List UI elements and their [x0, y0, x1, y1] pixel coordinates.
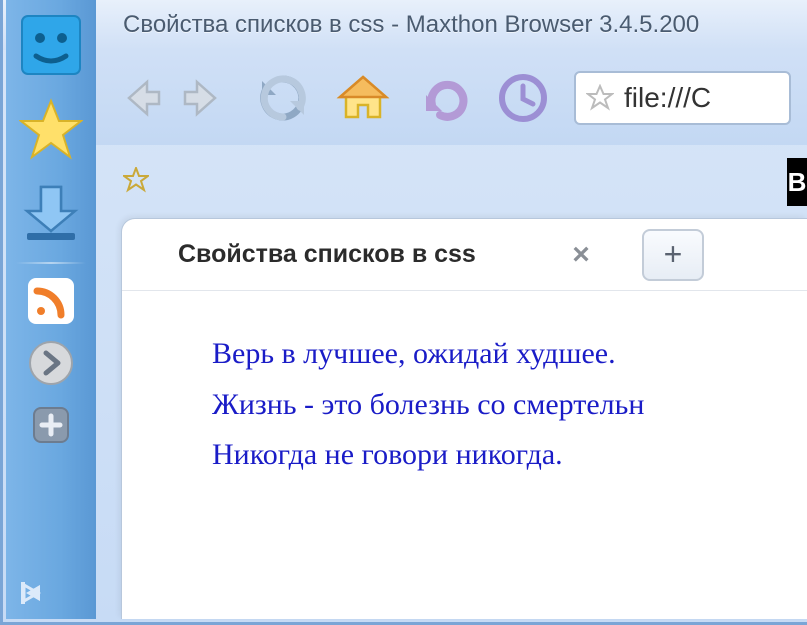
sidebar-separator	[16, 262, 86, 264]
rss-icon[interactable]	[28, 278, 74, 324]
tab-label: Свойства списков в css	[178, 240, 476, 269]
forward-button[interactable]	[174, 69, 232, 127]
new-tab-button[interactable]: +	[642, 229, 704, 281]
toolbar: file:///C	[96, 50, 807, 145]
window-title: Свойства списков в css - Maxthon Browser…	[123, 11, 699, 39]
content-panel: Свойства списков в css × + Верь в лучшее…	[121, 218, 807, 619]
account-icon[interactable]	[16, 10, 86, 80]
tab-close-icon[interactable]: ×	[566, 238, 596, 272]
page-line: Жизнь - это болезнь со смертельн	[212, 382, 807, 429]
page-body: Верь в лучшее, ожидай худшее. Жизнь - эт…	[122, 291, 807, 483]
page-line: Верь в лучшее, ожидай худшее.	[212, 331, 807, 378]
page-line: Никогда не говори никогда.	[212, 432, 807, 479]
address-bar[interactable]: file:///C	[574, 71, 791, 125]
tab-strip: Свойства списков в css × +	[122, 219, 807, 291]
back-button[interactable]	[112, 69, 170, 127]
downloads-icon[interactable]	[16, 178, 86, 248]
window-frame: Свойства списков в css - Maxthon Browser…	[0, 0, 807, 625]
refresh-button[interactable]	[254, 69, 312, 127]
sidebar-expand-icon[interactable]	[18, 579, 46, 607]
sidebar	[6, 0, 96, 619]
history-button[interactable]	[494, 69, 552, 127]
undo-button[interactable]	[414, 69, 472, 127]
home-button[interactable]	[334, 69, 392, 127]
favbar-right-letter: B	[788, 167, 807, 198]
favorites-bar: B	[113, 150, 807, 210]
tab-active[interactable]: Свойства списков в css ×	[152, 222, 622, 287]
favorites-star-icon[interactable]	[123, 167, 149, 193]
favbar-right-indicator: B	[787, 158, 807, 206]
new-tab-symbol: +	[664, 236, 683, 273]
address-text: file:///C	[624, 82, 779, 114]
titlebar: Свойства списков в css - Maxthon Browser…	[3, 0, 807, 50]
add-icon[interactable]	[28, 402, 74, 448]
bookmark-star-icon[interactable]	[586, 84, 614, 112]
expand-icon[interactable]	[26, 338, 76, 388]
favorites-icon[interactable]	[16, 94, 86, 164]
